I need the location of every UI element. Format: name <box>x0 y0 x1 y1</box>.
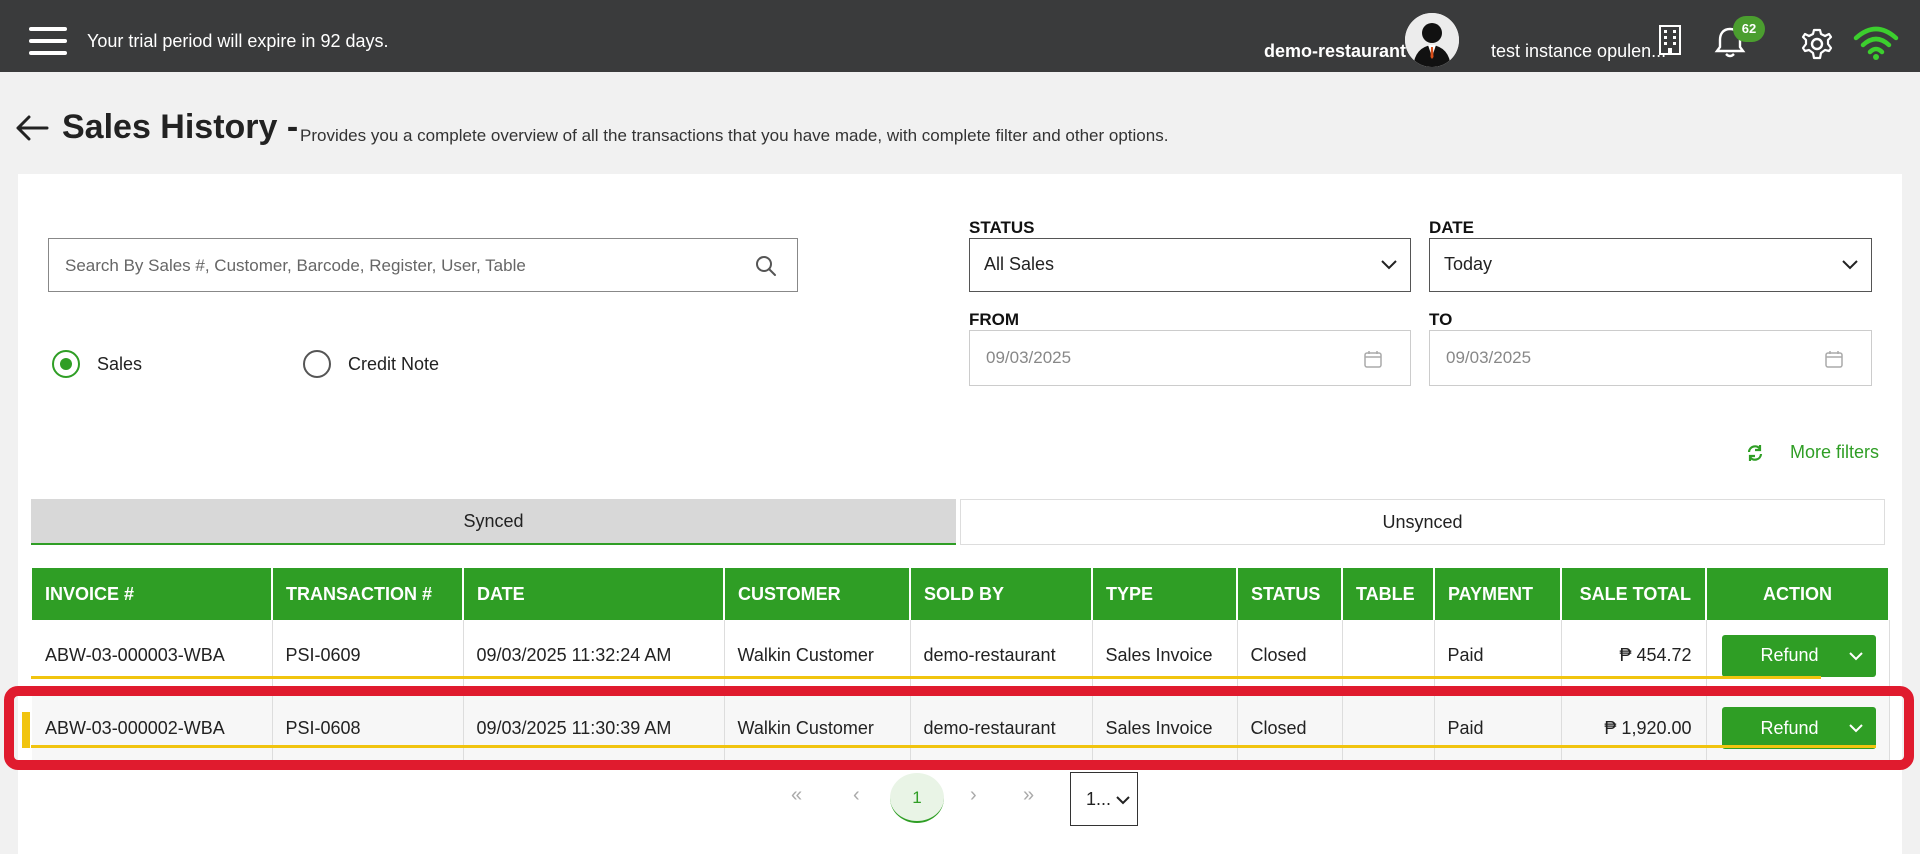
cell-date: 09/03/2025 11:30:39 AM <box>463 692 725 765</box>
radio-sales[interactable]: Sales <box>52 350 142 378</box>
from-date-value: 09/03/2025 <box>986 348 1072 367</box>
building-icon[interactable] <box>1658 25 1682 60</box>
to-date-value: 09/03/2025 <box>1446 348 1532 367</box>
notification-badge: 62 <box>1733 16 1765 42</box>
column-header[interactable]: STATUS <box>1237 568 1343 620</box>
search-input[interactable] <box>65 253 745 279</box>
prev-page-icon[interactable]: ‹ <box>853 784 860 807</box>
row-underline <box>31 676 1821 679</box>
cell-invoice: ABW-03-000003-WBA <box>32 620 273 693</box>
column-header[interactable]: PAYMENT <box>1434 568 1562 620</box>
cell-type: Sales Invoice <box>1092 620 1238 693</box>
column-header[interactable]: TYPE <box>1092 568 1238 620</box>
column-header[interactable]: SALE TOTAL <box>1561 568 1707 620</box>
cell-customer: Walkin Customer <box>724 692 911 765</box>
search-icon[interactable] <box>754 254 778 283</box>
next-page-icon[interactable]: › <box>970 784 977 807</box>
tab-unsynced[interactable]: Unsynced <box>960 499 1885 545</box>
radio-credit-note[interactable]: Credit Note <box>303 350 439 378</box>
last-page-icon[interactable]: » <box>1023 784 1034 807</box>
gear-icon[interactable] <box>1800 27 1834 66</box>
tab-synced[interactable]: Synced <box>31 499 956 545</box>
column-header[interactable]: TRANSACTION # <box>272 568 464 620</box>
wifi-icon <box>1853 26 1899 65</box>
cell-type: Sales Invoice <box>1092 692 1238 765</box>
cell-sale-total: ₱ 1,920.00 <box>1561 692 1707 765</box>
page-title: Sales History - <box>62 108 299 146</box>
cell-date: 09/03/2025 11:32:24 AM <box>463 620 725 693</box>
more-filters-link[interactable]: More filters <box>1790 442 1879 463</box>
column-header[interactable]: DATE <box>463 568 725 620</box>
radio-credit-note-indicator[interactable] <box>303 350 331 378</box>
from-date-input[interactable]: 09/03/2025 <box>969 330 1411 386</box>
calendar-icon[interactable] <box>1364 350 1382 368</box>
avatar[interactable] <box>1405 13 1459 67</box>
column-header[interactable]: INVOICE # <box>32 568 273 620</box>
menu-icon[interactable] <box>29 27 67 55</box>
column-header[interactable]: SOLD BY <box>910 568 1093 620</box>
search-box[interactable] <box>48 238 798 292</box>
from-label: FROM <box>969 310 1020 329</box>
cell-sale-total: ₱ 454.72 <box>1561 620 1707 693</box>
page-current[interactable]: 1 <box>890 773 944 823</box>
cell-payment: Paid <box>1434 692 1562 765</box>
chevron-down-icon <box>1381 260 1397 270</box>
date-select[interactable]: Today <box>1429 238 1872 292</box>
sales-table: INVOICE # TRANSACTION # DATE CUSTOMER SO… <box>32 568 1890 765</box>
cell-transaction: PSI-0609 <box>272 620 464 693</box>
back-arrow-icon[interactable] <box>15 114 49 147</box>
cell-invoice: ABW-03-000002-WBA <box>32 692 273 765</box>
cell-sold-by: demo-restaurant <box>910 620 1093 693</box>
radio-sales-indicator[interactable] <box>52 350 80 378</box>
status-select-value: All Sales <box>984 254 1055 274</box>
page-subtitle: Provides you a complete overview of all … <box>300 126 1169 145</box>
row-underline <box>31 745 1876 748</box>
radio-credit-note-label: Credit Note <box>348 353 440 374</box>
column-header: ACTION <box>1706 568 1890 620</box>
status-select[interactable]: All Sales <box>969 238 1411 292</box>
page-size-value: 1... <box>1086 789 1112 809</box>
date-select-value: Today <box>1444 254 1493 274</box>
cell-transaction: PSI-0608 <box>272 692 464 765</box>
chevron-down-icon[interactable] <box>1848 651 1864 661</box>
trial-notice: Your trial period will expire in 92 days… <box>87 31 389 51</box>
refund-button-label: Refund <box>1760 645 1819 666</box>
table-row[interactable]: ABW-03-000003-WBA PSI-0609 09/03/2025 11… <box>32 620 1890 693</box>
cell-status: Closed <box>1237 692 1343 765</box>
calendar-icon[interactable] <box>1825 350 1843 368</box>
first-page-icon[interactable]: « <box>791 784 802 807</box>
date-label: DATE <box>1429 218 1475 237</box>
column-header[interactable]: CUSTOMER <box>724 568 911 620</box>
page-size-select[interactable]: 1... <box>1070 772 1138 826</box>
to-label: TO <box>1429 310 1453 329</box>
cell-payment: Paid <box>1434 620 1562 693</box>
refund-button[interactable]: Refund <box>1721 634 1876 677</box>
selected-row-marker <box>22 712 30 748</box>
to-date-input[interactable]: 09/03/2025 <box>1429 330 1872 386</box>
user-name[interactable]: demo-restaurant <box>1264 41 1406 62</box>
table-row[interactable]: ABW-03-000002-WBA PSI-0608 09/03/2025 11… <box>32 692 1890 765</box>
column-header[interactable]: TABLE <box>1342 568 1435 620</box>
instance-name[interactable]: test instance opulen... <box>1491 41 1666 62</box>
chevron-down-icon <box>1116 796 1130 805</box>
cell-action: Refund <box>1706 620 1890 693</box>
top-bar: Your trial period will expire in 92 days… <box>0 0 1920 72</box>
cell-customer: Walkin Customer <box>724 620 911 693</box>
cell-table <box>1342 620 1435 693</box>
table-header-row: INVOICE # TRANSACTION # DATE CUSTOMER SO… <box>32 568 1890 620</box>
cell-status: Closed <box>1237 620 1343 693</box>
refund-button-label: Refund <box>1760 717 1819 738</box>
refund-button[interactable]: Refund <box>1721 707 1876 749</box>
cell-action: Refund <box>1706 692 1890 765</box>
refresh-icon[interactable] <box>1746 444 1764 467</box>
status-label: STATUS <box>969 218 1035 237</box>
radio-sales-label: Sales <box>97 353 143 374</box>
cell-table <box>1342 692 1435 765</box>
chevron-down-icon <box>1842 260 1858 270</box>
chevron-down-icon[interactable] <box>1848 723 1864 733</box>
cell-sold-by: demo-restaurant <box>910 692 1093 765</box>
